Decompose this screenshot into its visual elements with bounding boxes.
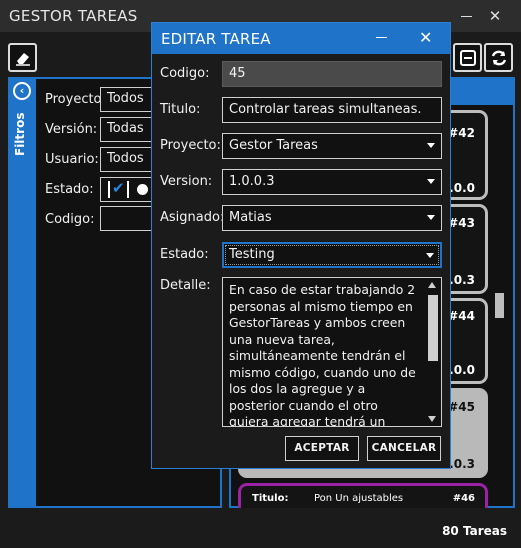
divider (108, 181, 110, 198)
filter-codigo-label: Codigo: (45, 212, 95, 227)
filters-tab-label: Filtros (13, 112, 27, 157)
version-select[interactable]: 1.0.0.3 (222, 169, 442, 195)
eraser-icon (16, 53, 30, 66)
codigo-field: 45 (222, 61, 442, 87)
asignado-value: Matias (229, 210, 272, 225)
chevron-down-icon (427, 215, 435, 220)
dialog-title: EDITAR TAREA (161, 30, 271, 48)
codigo-label: Codigo: (160, 66, 210, 81)
scroll-up-icon[interactable] (428, 282, 436, 288)
dialog-title-bar: EDITAR TAREA ✕ (152, 23, 450, 54)
task-list-scrollbar[interactable] (493, 107, 507, 497)
titulo-label: Titulo: (160, 102, 201, 117)
filter-proyecto-label: Proyecto: (45, 92, 106, 107)
proyecto-label: Proyecto: (160, 138, 221, 153)
task-card-number: #44 (448, 309, 475, 323)
filters-tab[interactable]: ‹ Filtros (8, 77, 36, 508)
detalle-text: En caso de estar trabajando 2 personas a… (229, 282, 416, 427)
asignado-select[interactable]: Matias (222, 205, 442, 231)
dialog-minimize-icon[interactable] (376, 37, 387, 38)
app-title: GESTOR TAREAS (9, 7, 138, 25)
task-card-title: Pon Un ajustables (314, 493, 404, 504)
tasks-count: 80 Tareas (442, 524, 507, 538)
detalle-label: Detalle: (160, 278, 211, 293)
dialog-close-icon[interactable]: ✕ (419, 28, 432, 47)
proyecto-value: Gestor Tareas (229, 138, 318, 153)
eraser-button[interactable] (8, 43, 37, 72)
scroll-down-icon[interactable] (428, 416, 436, 422)
task-card-number: #42 (448, 126, 475, 140)
dot-icon[interactable] (137, 184, 148, 195)
cancel-button[interactable]: CANCELAR (367, 436, 441, 461)
detalle-scrollbar[interactable] (426, 279, 440, 425)
proyecto-select[interactable]: Gestor Tareas (222, 133, 442, 159)
refresh-icon (491, 50, 507, 66)
titulo-field[interactable]: Controlar tareas simultaneas. (222, 97, 442, 123)
filter-usuario-label: Usuario: (45, 152, 99, 167)
check-icon[interactable]: ✔ (112, 179, 125, 197)
estado-label: Estado: (160, 247, 209, 262)
filter-version-label: Versión: (45, 122, 98, 137)
scroll-thumb[interactable] (428, 295, 438, 361)
chevron-down-icon (427, 179, 435, 184)
chevron-down-icon (426, 253, 434, 258)
accept-button[interactable]: ACEPTAR (285, 436, 359, 461)
collapse-button[interactable] (453, 43, 482, 72)
task-card[interactable]: Titulo: Pon Un ajustables #46 (238, 483, 488, 508)
close-icon[interactable]: ✕ (484, 5, 506, 27)
detalle-textarea[interactable]: En caso de estar trabajando 2 personas a… (222, 277, 442, 427)
collapse-icon (460, 50, 476, 66)
divider (127, 181, 129, 198)
task-card-number: #46 (452, 493, 475, 504)
asignado-label: Asignado: (160, 210, 225, 225)
version-label: Version: (160, 174, 213, 189)
version-value: 1.0.0.3 (229, 174, 275, 189)
estado-select[interactable]: Testing (222, 242, 442, 268)
chevron-left-icon[interactable]: ‹ (13, 82, 31, 100)
filter-estado-label: Estado: (45, 182, 94, 197)
chevron-down-icon (427, 143, 435, 148)
task-card-number: #45 (448, 400, 475, 414)
edit-task-dialog: EDITAR TAREA ✕ Codigo: 45 Titulo: Contro… (151, 22, 451, 469)
refresh-button[interactable] (484, 43, 513, 72)
minimize-icon[interactable] (456, 5, 478, 27)
task-card-number: #43 (448, 216, 475, 230)
task-card-title-label: Titulo: (252, 493, 289, 504)
